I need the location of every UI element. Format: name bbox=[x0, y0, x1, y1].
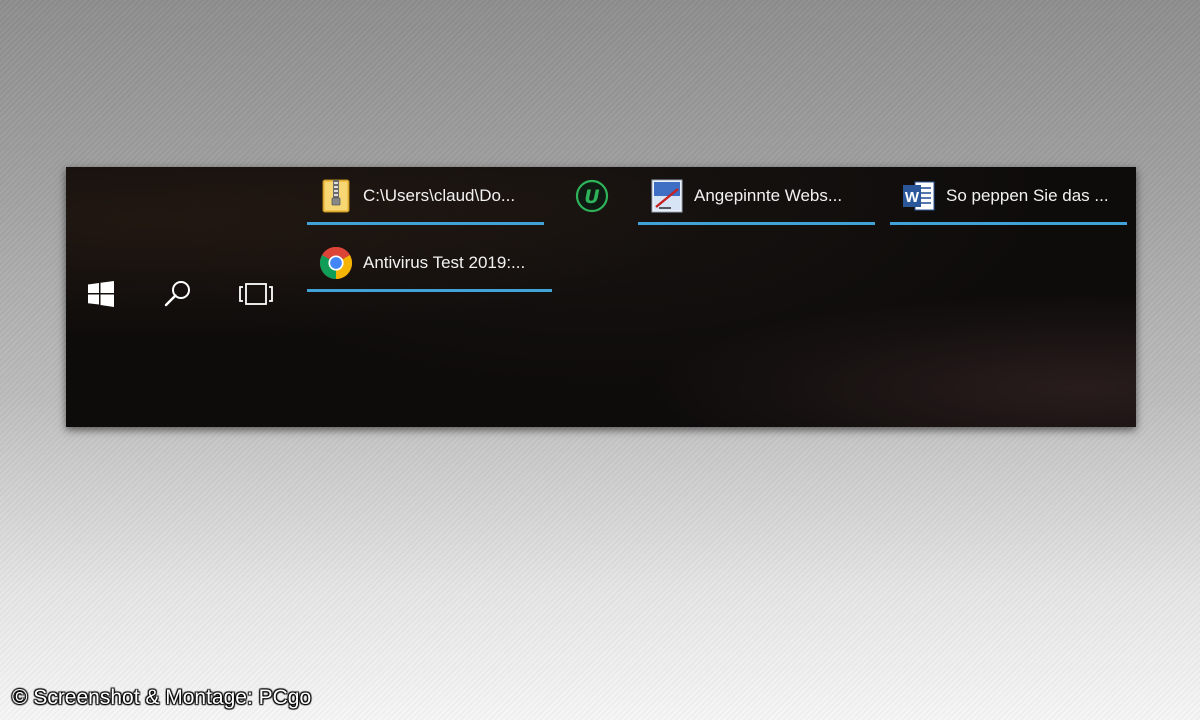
active-indicator bbox=[307, 289, 552, 292]
pinned-website-icon bbox=[650, 179, 684, 213]
task-view-icon bbox=[239, 282, 273, 306]
winzip-folder-icon bbox=[319, 179, 353, 213]
svg-text:W: W bbox=[905, 189, 920, 206]
taskbar-item-label: Antivirus Test 2019:... bbox=[363, 253, 526, 272]
start-button[interactable] bbox=[71, 277, 131, 311]
active-indicator bbox=[307, 222, 544, 225]
task-view-button[interactable] bbox=[226, 277, 286, 311]
taskbar-item-label: Angepinnte Webs... bbox=[694, 186, 843, 205]
u-green-circle-icon: U bbox=[575, 179, 609, 213]
taskbar-item-u-app[interactable]: U bbox=[563, 167, 619, 225]
taskbar: C:\Users\claud\Do... U Angepinnte Webs..… bbox=[66, 167, 1136, 427]
search-icon bbox=[163, 279, 193, 309]
windows-logo-icon bbox=[88, 281, 114, 307]
svg-text:U: U bbox=[584, 186, 600, 208]
taskbar-item-word-document[interactable]: W So peppen Sie das ... bbox=[890, 167, 1127, 225]
taskbar-item-chrome[interactable]: Antivirus Test 2019:... bbox=[307, 234, 552, 292]
word-icon: W bbox=[902, 179, 936, 213]
copyright-caption: © Screenshot & Montage: PCgo bbox=[12, 686, 312, 709]
taskbar-item-folder[interactable]: C:\Users\claud\Do... bbox=[307, 167, 544, 225]
taskbar-item-pinned-websites[interactable]: Angepinnte Webs... bbox=[638, 167, 875, 225]
chrome-icon bbox=[319, 246, 353, 280]
active-indicator bbox=[638, 222, 875, 225]
search-button[interactable] bbox=[148, 277, 208, 311]
taskbar-item-label: So peppen Sie das ... bbox=[946, 186, 1109, 205]
taskbar-item-label: C:\Users\claud\Do... bbox=[363, 186, 516, 205]
active-indicator bbox=[890, 222, 1127, 225]
